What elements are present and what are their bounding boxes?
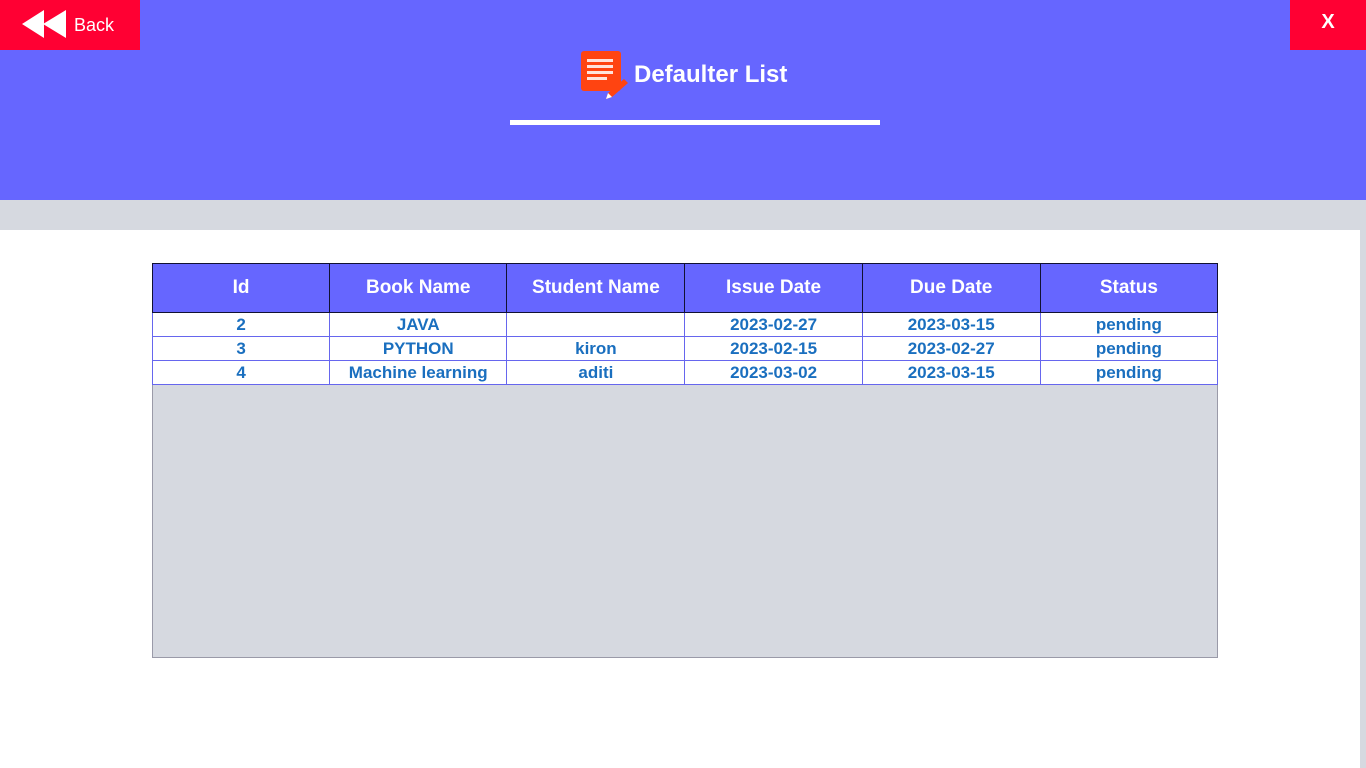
cell-status[interactable]: pending [1039, 336, 1219, 361]
defaulter-table-grid: Id Book Name Student Name Issue Date Due… [151, 263, 1219, 385]
table-row[interactable]: 2 JAVA 2023-02-27 2023-03-15 pending [151, 312, 1219, 337]
column-header-due-date[interactable]: Due Date [861, 263, 1041, 313]
cell-issue-date[interactable]: 2023-03-02 [684, 360, 863, 385]
cell-student-name[interactable]: kiron [506, 336, 686, 361]
page-title: Defaulter List [634, 61, 788, 88]
cell-due-date[interactable]: 2023-03-15 [861, 312, 1041, 337]
defaulter-table[interactable]: Id Book Name Student Name Issue Date Due… [151, 263, 1219, 658]
cell-id[interactable]: 2 [151, 312, 331, 337]
title-underline [510, 120, 880, 125]
cell-book-name[interactable]: PYTHON [329, 336, 508, 361]
cell-status[interactable]: pending [1039, 312, 1219, 337]
list-document-icon [581, 51, 628, 99]
separator-band [0, 200, 1366, 230]
cell-book-name[interactable]: Machine learning [329, 360, 508, 385]
column-header-id[interactable]: Id [151, 263, 331, 313]
column-header-status[interactable]: Status [1039, 263, 1219, 313]
cell-id[interactable]: 3 [151, 336, 331, 361]
column-header-book-name[interactable]: Book Name [329, 263, 508, 313]
cell-student-name[interactable]: aditi [506, 360, 686, 385]
cell-due-date[interactable]: 2023-03-15 [861, 360, 1041, 385]
cell-status[interactable]: pending [1039, 360, 1219, 385]
right-edge-strip [1360, 230, 1366, 768]
back-button[interactable]: Back [0, 0, 140, 50]
rewind-icon [22, 10, 66, 38]
cell-issue-date[interactable]: 2023-02-15 [684, 336, 863, 361]
cell-book-name[interactable]: JAVA [329, 312, 508, 337]
table-row[interactable]: 3 PYTHON kiron 2023-02-15 2023-02-27 pen… [151, 336, 1219, 361]
close-button[interactable]: X [1290, 0, 1366, 50]
header-bar: Back X Defaulter List [0, 0, 1366, 200]
back-button-label: Back [74, 15, 115, 35]
table-header-row: Id Book Name Student Name Issue Date Due… [151, 263, 1219, 313]
cell-due-date[interactable]: 2023-02-27 [861, 336, 1041, 361]
page-title-group: Defaulter List [578, 48, 787, 102]
cell-student-name[interactable] [506, 312, 686, 337]
column-header-issue-date[interactable]: Issue Date [684, 263, 863, 313]
cell-issue-date[interactable]: 2023-02-27 [684, 312, 863, 337]
table-row[interactable]: 4 Machine learning aditi 2023-03-02 2023… [151, 360, 1219, 385]
cell-id[interactable]: 4 [151, 360, 331, 385]
column-header-student-name[interactable]: Student Name [506, 263, 686, 313]
